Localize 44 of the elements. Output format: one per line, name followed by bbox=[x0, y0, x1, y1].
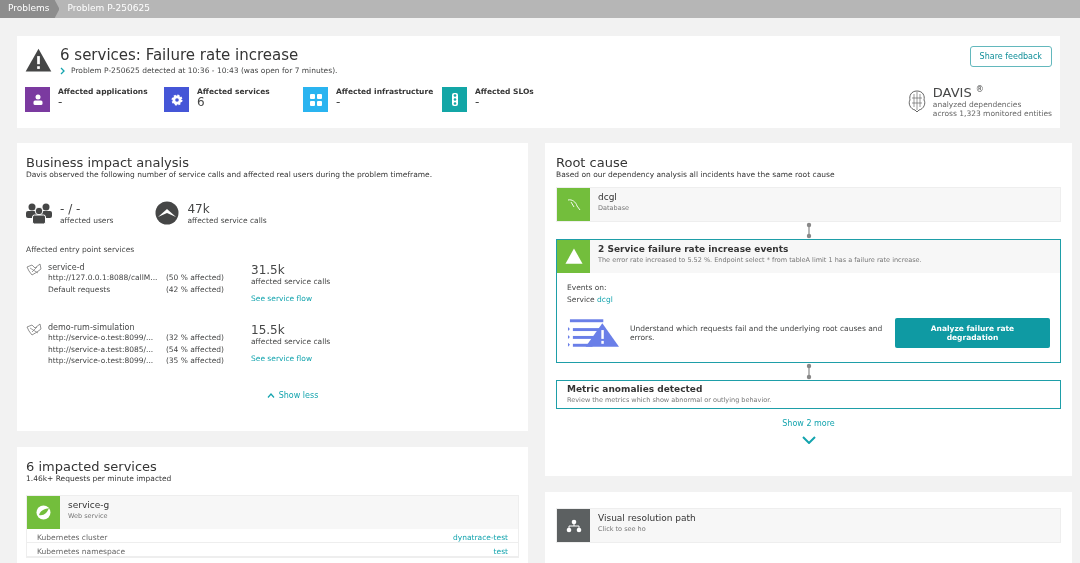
leaf-icon bbox=[35, 504, 52, 521]
traffic-light-icon bbox=[449, 93, 460, 106]
connector-line bbox=[805, 363, 812, 380]
warning-icon bbox=[25, 48, 52, 73]
database-name: dcgl bbox=[598, 192, 618, 202]
resolution-title: Visual resolution path bbox=[598, 513, 696, 523]
user-icon bbox=[32, 94, 43, 105]
stat-value: - / - bbox=[60, 201, 82, 216]
service-calls-icon bbox=[155, 201, 180, 225]
database-icon bbox=[565, 197, 582, 212]
chevron-up-icon bbox=[266, 392, 275, 398]
stat-value: 47k bbox=[187, 201, 211, 216]
connector-line bbox=[805, 222, 812, 239]
call-count: 15.5k bbox=[251, 323, 286, 337]
grid-icon bbox=[309, 93, 322, 106]
show-less-link[interactable]: Show less bbox=[266, 390, 319, 400]
service-icon bbox=[26, 263, 42, 276]
affected-value: - bbox=[58, 96, 64, 108]
breadcrumb[interactable]: Problems bbox=[0, 0, 60, 18]
chevron-right-icon[interactable] bbox=[60, 66, 65, 75]
service-icon bbox=[26, 323, 42, 336]
service-name: demo-rum-simulation bbox=[48, 323, 136, 332]
call-count: 31.5k bbox=[251, 263, 286, 277]
card-title: Root cause bbox=[556, 155, 629, 170]
affected-value: 6 bbox=[197, 96, 206, 108]
metric-title: Metric anomalies detected bbox=[567, 384, 704, 394]
users-icon bbox=[26, 202, 52, 224]
service-name: service-d bbox=[48, 263, 86, 272]
service-name: service-g bbox=[68, 500, 110, 510]
failure-analysis-icon bbox=[567, 318, 620, 348]
share-feedback-button[interactable]: Share feedback bbox=[969, 46, 1052, 67]
card-title: 6 impacted services bbox=[26, 459, 158, 474]
chevron-down-icon[interactable] bbox=[801, 436, 816, 444]
gear-icon bbox=[170, 93, 183, 106]
affected-value: - bbox=[475, 96, 481, 108]
davis-title: DAVIS $^{®}$ bbox=[932, 84, 985, 100]
show-more-link[interactable]: Show 2 more bbox=[782, 419, 835, 428]
warning-icon bbox=[564, 248, 583, 265]
event-title: 2 Service failure rate increase events bbox=[598, 244, 790, 254]
brain-icon bbox=[906, 89, 927, 114]
card-title: Business impact analysis bbox=[26, 155, 190, 170]
hierarchy-icon bbox=[565, 518, 582, 533]
affected-value: - bbox=[336, 96, 342, 108]
problem-title: 6 services: Failure rate increase bbox=[60, 46, 300, 64]
